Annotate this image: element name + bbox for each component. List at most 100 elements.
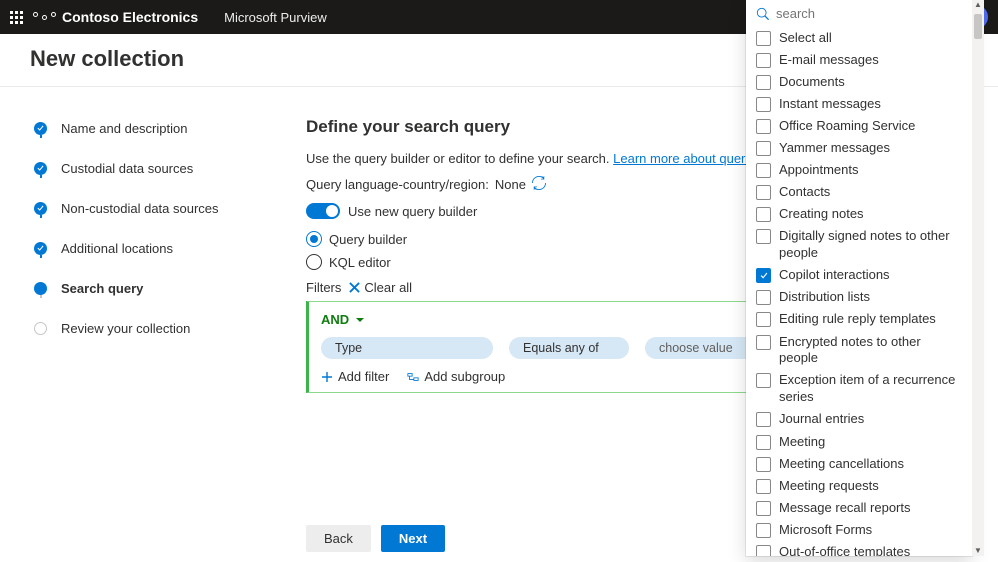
dropdown-item[interactable]: Instant messages <box>746 93 972 115</box>
dropdown-item[interactable]: Copilot interactions <box>746 265 972 287</box>
scroll-down-icon[interactable]: ▼ <box>974 547 982 555</box>
checkbox-icon <box>756 185 771 200</box>
dropdown-item[interactable]: Message recall reports <box>746 497 972 519</box>
toggle-label: Use new query builder <box>348 204 477 219</box>
dropdown-item-label: Exception item of a recurrence series <box>779 372 962 406</box>
dropdown-item-label: Distribution lists <box>779 289 962 306</box>
and-operator-chip[interactable]: AND <box>321 312 365 327</box>
checkbox-icon <box>756 229 771 244</box>
dropdown-item-label: Creating notes <box>779 206 962 223</box>
step-label: Custodial data sources <box>61 161 193 176</box>
checkbox-icon <box>756 312 771 327</box>
scroll-up-icon[interactable]: ▲ <box>974 1 982 9</box>
step-search-query[interactable]: Search query <box>34 281 266 296</box>
step-review-your-collection[interactable]: Review your collection <box>34 321 266 336</box>
check-icon <box>34 162 47 175</box>
dropdown-item-label: Digitally signed notes to other people <box>779 228 962 262</box>
dropdown-item-label: Copilot interactions <box>779 267 962 284</box>
radio-icon <box>306 254 322 270</box>
dropdown-item-label: Instant messages <box>779 96 962 113</box>
dropdown-item-label: Message recall reports <box>779 500 962 517</box>
checkbox-icon <box>756 501 771 516</box>
dropdown-item[interactable]: Contacts <box>746 182 972 204</box>
type-value-dropdown: Select all E-mail messages Documents Instan… <box>746 0 972 556</box>
dropdown-item[interactable]: Appointments <box>746 159 972 181</box>
next-button[interactable]: Next <box>381 525 445 552</box>
filters-label: Filters <box>306 280 341 295</box>
check-icon <box>34 122 47 135</box>
dropdown-item[interactable]: Microsoft Forms <box>746 519 972 541</box>
dropdown-item-label: Office Roaming Service <box>779 118 962 135</box>
dropdown-item-label: Journal entries <box>779 411 962 428</box>
dropdown-item[interactable]: Encrypted notes to other people <box>746 331 972 370</box>
radio-icon <box>306 231 322 247</box>
step-custodial-data-sources[interactable]: Custodial data sources <box>34 161 266 176</box>
footer-buttons: Back Next <box>306 525 445 552</box>
learn-more-link[interactable]: Learn more about queries <box>613 151 762 166</box>
add-subgroup-button[interactable]: Add subgroup <box>407 369 505 384</box>
step-label: Search query <box>61 281 143 296</box>
checkbox-icon <box>756 268 771 283</box>
dropdown-search-row <box>746 0 972 27</box>
dropdown-item[interactable]: Select all <box>746 27 972 49</box>
checkbox-icon <box>756 545 771 556</box>
checkbox-icon <box>756 290 771 305</box>
checkbox-icon <box>756 457 771 472</box>
dropdown-item-label: Meeting cancellations <box>779 456 962 473</box>
dropdown-item-label: E-mail messages <box>779 52 962 69</box>
checkbox-icon <box>756 335 771 350</box>
dropdown-scrollbar[interactable]: ▲ ▼ <box>972 0 984 556</box>
checkbox-icon <box>756 97 771 112</box>
checkbox-icon <box>756 435 771 450</box>
step-non-custodial-data-sources[interactable]: Non-custodial data sources <box>34 201 266 216</box>
add-filter-button[interactable]: Add filter <box>321 369 389 384</box>
brand-logo-icon <box>33 15 56 20</box>
dropdown-item[interactable]: Documents <box>746 71 972 93</box>
check-icon <box>34 202 47 215</box>
dropdown-item[interactable]: Office Roaming Service <box>746 115 972 137</box>
checkbox-icon <box>756 119 771 134</box>
stepper: Name and description Custodial data sourc… <box>0 87 266 562</box>
filter-operator-pill[interactable]: Equals any of <box>509 337 629 359</box>
check-icon <box>34 242 47 255</box>
scroll-thumb[interactable] <box>974 14 982 39</box>
dropdown-item-label: Select all <box>779 30 962 47</box>
dropdown-item[interactable]: Digitally signed notes to other people <box>746 226 972 265</box>
new-query-builder-toggle[interactable] <box>306 203 340 219</box>
step-name-and-description[interactable]: Name and description <box>34 121 266 136</box>
dropdown-item[interactable]: Meeting <box>746 431 972 453</box>
dropdown-item[interactable]: Yammer messages <box>746 137 972 159</box>
step-additional-locations[interactable]: Additional locations <box>34 241 266 256</box>
dropdown-item[interactable]: Editing rule reply templates <box>746 309 972 331</box>
dropdown-item[interactable]: Meeting requests <box>746 475 972 497</box>
back-button[interactable]: Back <box>306 525 371 552</box>
chevron-down-icon <box>355 315 365 325</box>
dropdown-item[interactable]: Out-of-office templates <box>746 541 972 556</box>
language-picker-icon[interactable] <box>532 176 546 193</box>
dropdown-item-label: Contacts <box>779 184 962 201</box>
checkbox-icon <box>756 75 771 90</box>
checkbox-icon <box>756 412 771 427</box>
dropdown-item[interactable]: E-mail messages <box>746 49 972 71</box>
dropdown-list: Select all E-mail messages Documents Instan… <box>746 27 972 556</box>
dropdown-search-input[interactable] <box>776 6 962 21</box>
dropdown-item-label: Appointments <box>779 162 962 179</box>
current-step-icon <box>34 282 47 295</box>
filter-field-pill[interactable]: Type <box>321 337 493 359</box>
dropdown-item[interactable]: Exception item of a recurrence series <box>746 370 972 409</box>
product-name: Microsoft Purview <box>224 10 327 25</box>
circle-icon <box>34 322 47 335</box>
dropdown-item[interactable]: Meeting cancellations <box>746 453 972 475</box>
dropdown-item[interactable]: Creating notes <box>746 204 972 226</box>
checkbox-icon <box>756 163 771 178</box>
step-label: Additional locations <box>61 241 173 256</box>
app-launcher-icon[interactable] <box>10 11 23 24</box>
dropdown-item-label: Encrypted notes to other people <box>779 334 962 368</box>
dropdown-item[interactable]: Journal entries <box>746 409 972 431</box>
plus-icon <box>321 371 333 383</box>
checkbox-icon <box>756 479 771 494</box>
clear-all-button[interactable]: Clear all <box>349 280 412 295</box>
dropdown-item[interactable]: Distribution lists <box>746 287 972 309</box>
checkbox-icon <box>756 31 771 46</box>
dropdown-item-label: Out-of-office templates <box>779 544 962 556</box>
